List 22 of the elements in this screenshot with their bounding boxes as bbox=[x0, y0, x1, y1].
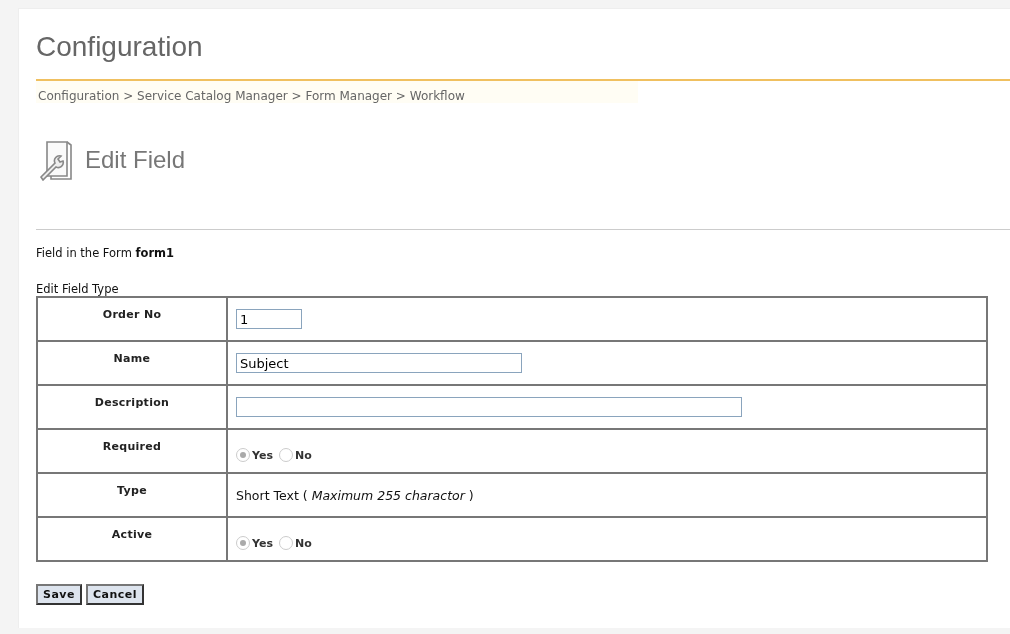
field-label: Name bbox=[37, 341, 227, 385]
field-label: Type bbox=[37, 473, 227, 517]
form-caption: Field in the Form form1 bbox=[36, 246, 176, 260]
text-field[interactable]: 1 bbox=[236, 309, 302, 329]
field-label: Required bbox=[37, 429, 227, 473]
form-button[interactable]: Cancel bbox=[86, 584, 145, 605]
field-label: Active bbox=[37, 517, 227, 561]
page-title: Configuration bbox=[36, 30, 204, 64]
radio-label: No bbox=[294, 448, 312, 462]
radio-label: No bbox=[294, 536, 312, 550]
breadcrumb: Configuration > Service Catalog Manager > Form Manager > Workflow bbox=[36, 81, 638, 103]
field-label: Order No bbox=[37, 297, 227, 341]
section-title: Edit Field bbox=[85, 146, 186, 174]
text-field[interactable]: Subject bbox=[236, 353, 522, 373]
document-wrench-icon bbox=[39, 139, 75, 181]
radio-label: Yes bbox=[252, 536, 273, 550]
form-button[interactable]: Save bbox=[36, 584, 82, 605]
text-field[interactable] bbox=[236, 397, 742, 417]
radio-label: Yes bbox=[252, 448, 273, 462]
field-label: Description bbox=[37, 385, 227, 429]
field-type-text: Short Text ( Maximum 255 charactor ) bbox=[236, 487, 474, 503]
table-caption: Edit Field Type bbox=[36, 282, 120, 296]
